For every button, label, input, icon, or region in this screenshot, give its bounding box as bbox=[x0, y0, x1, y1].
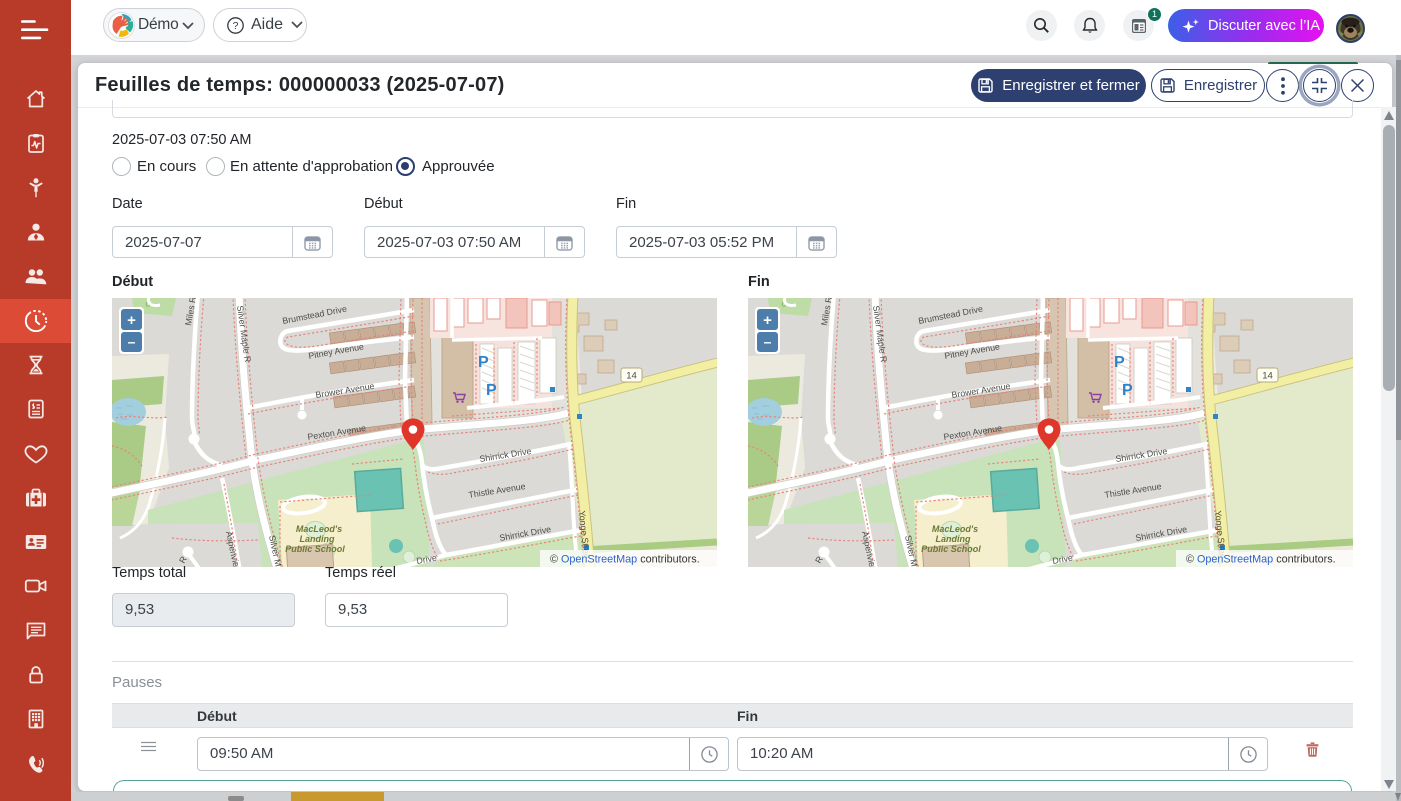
svg-text:?: ? bbox=[233, 20, 239, 32]
